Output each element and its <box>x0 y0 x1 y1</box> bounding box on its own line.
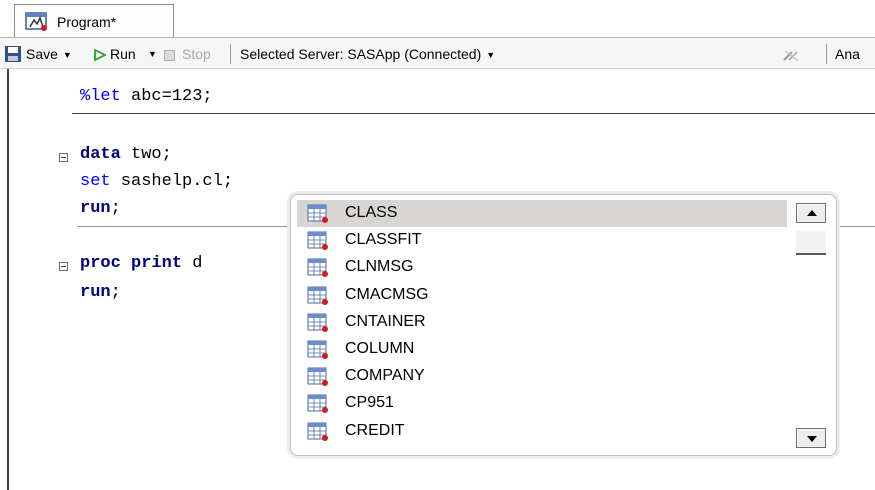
editor-left-border <box>7 69 9 490</box>
tab-program[interactable]: Program* <box>14 4 174 38</box>
autocomplete-item[interactable]: COMPANY <box>297 363 787 390</box>
section-separator <box>72 113 875 114</box>
chevron-down-icon <box>807 436 817 442</box>
collapse-icon[interactable] <box>59 262 68 271</box>
code-line-1[interactable]: %let abc=123; <box>80 87 213 107</box>
dataset-table-icon <box>307 258 328 278</box>
collapse-icon[interactable] <box>59 153 68 162</box>
run-button[interactable]: Run <box>110 44 136 64</box>
autocomplete-item-label: COMPANY <box>345 367 425 385</box>
dataset-table-icon <box>307 422 328 441</box>
autocomplete-item-label: CP951 <box>345 394 394 412</box>
tab-label: Program* <box>57 14 117 30</box>
autocomplete-popup: CLASS CLASSFIT CLNMSG CMACMSG CNTAINER COLUMN… <box>290 194 837 456</box>
autocomplete-item[interactable]: CREDIT <box>297 418 787 445</box>
autocomplete-item[interactable]: COLUMN <box>297 336 787 363</box>
keyword: data <box>80 145 121 164</box>
program-icon <box>25 12 47 31</box>
code-text: ; <box>110 283 121 302</box>
dataset-table-icon <box>307 394 328 414</box>
keyword: set <box>80 172 111 191</box>
section-separator <box>78 226 294 227</box>
stop-button[interactable]: Stop <box>182 44 211 64</box>
code-text: d <box>182 254 203 273</box>
toolbar-separator <box>826 44 827 64</box>
section-separator <box>835 226 875 227</box>
autocomplete-item-label: CREDIT <box>345 421 405 439</box>
autocomplete-item-label: CMACMSG <box>345 285 429 303</box>
code-text: abc=123; <box>120 87 213 106</box>
autocomplete-item[interactable]: CLASS <box>297 200 787 227</box>
keyword: run <box>80 199 111 218</box>
dataset-table-icon <box>307 313 328 332</box>
run-label: Run <box>110 46 136 62</box>
scroll-up-button[interactable] <box>796 203 826 223</box>
disconnect-icon[interactable] <box>782 48 800 62</box>
autocomplete-item[interactable]: CLASSFIT <box>297 227 787 254</box>
save-icon <box>5 46 21 62</box>
chevron-down-icon[interactable]: ▼ <box>63 50 72 60</box>
chevron-down-icon: ▼ <box>486 50 496 60</box>
code-text: ; <box>110 199 121 218</box>
code-line-6[interactable]: run; <box>80 283 121 303</box>
keyword: proc print <box>80 254 183 273</box>
dataset-table-icon <box>307 286 328 305</box>
analyze-button[interactable]: Ana <box>835 44 860 64</box>
code-line-4[interactable]: run; <box>80 199 121 219</box>
scroll-thumb[interactable] <box>796 231 826 255</box>
autocomplete-item-label: CNTAINER <box>345 312 426 330</box>
server-label: Selected Server: SASApp (Connected) <box>240 46 482 62</box>
code-text: sashelp.cl; <box>110 172 234 191</box>
save-button[interactable]: Save ▼ <box>26 44 72 64</box>
toolbar: Save ▼ Run ▼ Stop Selected Server: SASApp… <box>0 37 875 69</box>
autocomplete-scrollbar[interactable] <box>796 203 826 448</box>
code-line-2[interactable]: data two; <box>80 145 172 165</box>
keyword: run <box>80 283 111 302</box>
autocomplete-item-label: CLNMSG <box>345 258 414 276</box>
tab-strip: Program* <box>0 0 875 38</box>
chevron-up-icon <box>807 210 817 216</box>
sas-program-window: Program* Save ▼ Run ▼ Stop Selected Serve… <box>0 0 875 490</box>
autocomplete-item-label: CLASSFIT <box>345 231 422 249</box>
code-text: two; <box>120 145 172 164</box>
code-line-5[interactable]: proc print d <box>80 254 202 274</box>
dataset-table-icon <box>307 204 328 223</box>
autocomplete-item-label: CLASS <box>345 204 398 221</box>
run-icon <box>94 49 106 61</box>
dataset-table-icon <box>307 340 328 359</box>
selected-server-dropdown[interactable]: Selected Server: SASApp (Connected) ▼ <box>240 44 495 64</box>
toolbar-separator <box>230 44 231 64</box>
code-line-3[interactable]: set sashelp.cl; <box>80 172 233 192</box>
scroll-down-button[interactable] <box>796 428 826 448</box>
macro-keyword: %let <box>80 87 121 106</box>
chevron-down-icon[interactable]: ▼ <box>148 44 157 64</box>
dataset-table-icon <box>307 367 328 387</box>
autocomplete-item[interactable]: CNTAINER <box>297 309 787 336</box>
autocomplete-item[interactable]: CMACMSG <box>297 282 787 309</box>
autocomplete-item[interactable]: CP951 <box>297 390 787 417</box>
stop-icon <box>164 50 175 61</box>
save-label: Save <box>26 46 58 62</box>
autocomplete-item[interactable]: CLNMSG <box>297 254 787 281</box>
autocomplete-item-label: COLUMN <box>345 340 415 357</box>
dataset-table-icon <box>307 231 328 251</box>
